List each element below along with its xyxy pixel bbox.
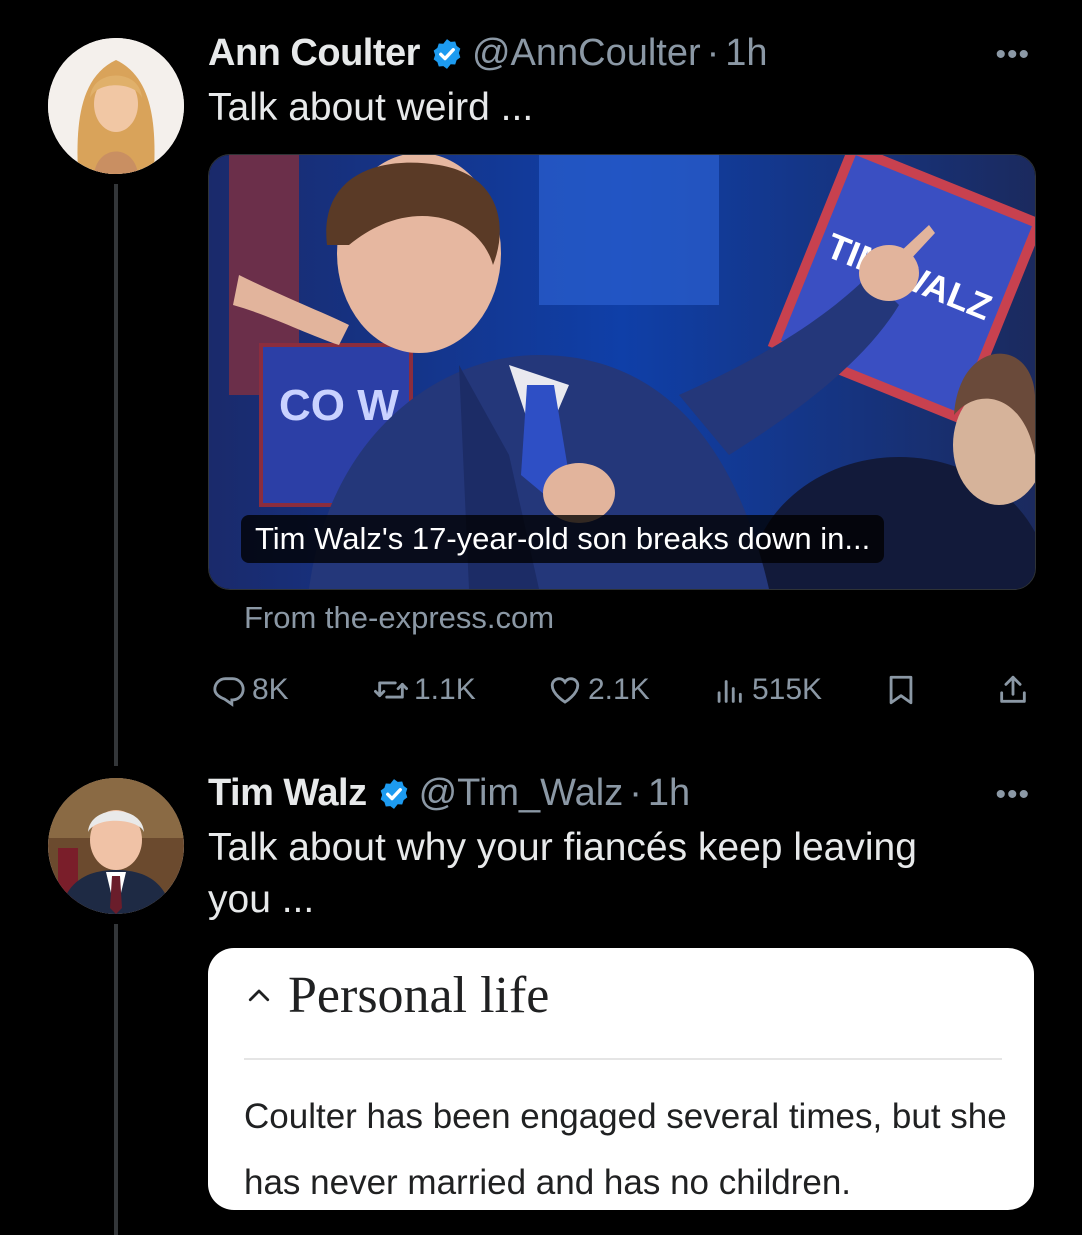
views-count: 515K	[752, 673, 823, 706]
link-source[interactable]: From the-express.com	[244, 600, 554, 636]
author-name[interactable]: Ann Coulter	[208, 32, 420, 75]
thread-line-lower	[114, 924, 118, 1235]
author-handle[interactable]: @AnnCoulter	[472, 32, 701, 75]
avatar-tim-walz[interactable]	[48, 778, 184, 914]
reply-count: 8K	[252, 673, 289, 706]
like-count: 2.1K	[588, 673, 650, 706]
repost-icon	[374, 681, 408, 699]
author-handle[interactable]: @Tim_Walz	[419, 772, 624, 815]
repost-count: 1.1K	[414, 673, 476, 706]
timestamp[interactable]: 1h	[648, 772, 690, 815]
section-body: Coulter has been engaged several times, …	[244, 1097, 1007, 1202]
link-preview-caption: Tim Walz's 17-year-old son breaks down i…	[241, 515, 885, 563]
more-icon[interactable]: •••	[995, 38, 1030, 72]
section-title: Personal life	[288, 967, 550, 1024]
verified-badge-icon	[380, 778, 407, 809]
tweet1-action-bar: 8K 1.1K 2.1K 515K	[208, 668, 1034, 712]
repost-button[interactable]: 1.1K	[374, 668, 476, 712]
sign-left-text: CO W	[279, 381, 399, 430]
chevron-up-icon	[248, 989, 270, 1001]
tweet2-text: Talk about why your fiancés keep leaving…	[208, 822, 917, 926]
views-button[interactable]: 515K	[712, 668, 822, 712]
avatar-ann-coulter[interactable]	[48, 38, 184, 174]
tweet2-header: Tim Walz @Tim_Walz · 1h	[208, 772, 690, 815]
reply-icon	[213, 677, 245, 707]
reply-button[interactable]: 8K	[212, 668, 289, 712]
verified-badge-icon	[433, 38, 461, 69]
separator: ·	[706, 32, 720, 74]
separator: ·	[629, 772, 642, 814]
tweet1-text: Talk about weird ...	[208, 86, 534, 129]
share-icon	[1000, 675, 1026, 703]
tweet2-text-line2: you ...	[208, 878, 315, 921]
bookmark-button[interactable]	[884, 668, 918, 712]
wiki-excerpt-card: Personal life Coulter has been engaged s…	[208, 948, 1034, 1210]
tweet2-text-line1: Talk about why your fiancés keep leaving	[208, 826, 917, 869]
timestamp[interactable]: 1h	[725, 32, 767, 75]
bookmark-icon	[889, 675, 913, 705]
link-preview-image[interactable]: TIM WALZ CO W Tim Walz's 17-year-old son…	[208, 154, 1036, 590]
tweet1-header: Ann Coulter @AnnCoulter · 1h	[208, 32, 768, 75]
views-icon	[717, 680, 742, 703]
thread-line	[114, 184, 118, 766]
more-icon[interactable]: •••	[995, 778, 1030, 812]
share-button[interactable]	[996, 668, 1030, 712]
like-button[interactable]: 2.1K	[548, 668, 650, 712]
divider	[244, 1058, 1002, 1060]
heart-icon	[550, 677, 580, 704]
section-heading[interactable]: Personal life	[244, 966, 549, 1025]
author-name[interactable]: Tim Walz	[208, 772, 367, 815]
